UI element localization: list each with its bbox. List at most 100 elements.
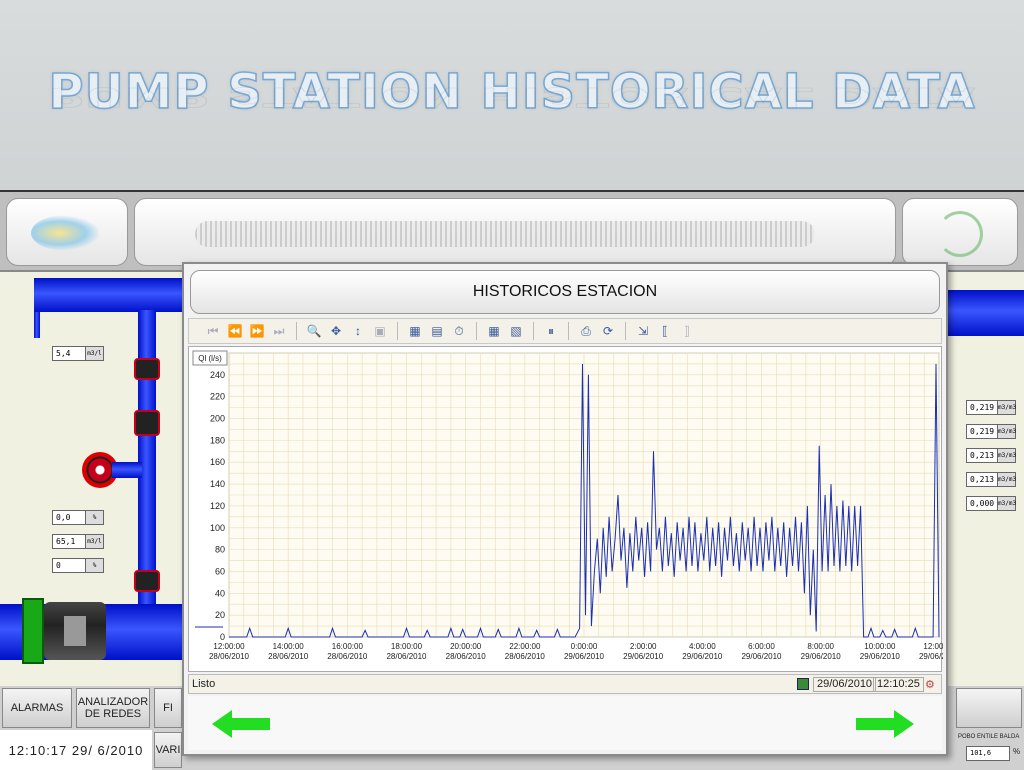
status-text: Listo: [192, 678, 216, 690]
x-tick-time: 20:00:00: [450, 642, 482, 651]
valve-bottom[interactable]: [134, 570, 160, 592]
slide-title-area: PUMP STATION HISTORICAL DATA PUMP STATIO…: [0, 0, 1024, 190]
right-value-unit: %: [1013, 747, 1021, 756]
axis-icon[interactable]: ↕: [348, 322, 368, 340]
x-tick-time: 10:00:00: [864, 642, 896, 651]
status-date: 29/06/2010: [813, 677, 877, 692]
status-icon: [797, 678, 809, 690]
field-right-5: 0,000 m3/m3: [966, 496, 1016, 511]
toolbar-separator: [397, 322, 398, 340]
x-tick-time: 22:00:00: [509, 642, 541, 651]
status-time: 12:10:25: [873, 677, 924, 692]
table-icon[interactable]: ▦: [484, 322, 504, 340]
x-tick-time: 8:00:00: [807, 642, 834, 651]
x-tick-time: 4:00:00: [689, 642, 716, 651]
field-percent-1: 0,0%: [52, 510, 104, 525]
first-icon[interactable]: ⏮: [203, 322, 223, 340]
bracket-disabled-icon[interactable]: ⟧: [677, 322, 697, 340]
cursor-icon[interactable]: ⇲: [633, 322, 653, 340]
company-logo: [6, 198, 128, 266]
x-tick-date: 28/06/2010: [209, 652, 250, 661]
x-tick-date: 29/06/2010: [741, 652, 782, 661]
flowmeter-body: [64, 616, 86, 646]
x-tick-time: 14:00:00: [273, 642, 305, 651]
y-tick-label: 20: [215, 610, 225, 620]
field-right-4: 0,213 m3/m3: [966, 472, 1016, 487]
refresh-icon[interactable]: ⟳: [598, 322, 618, 340]
last-icon[interactable]: ⏭: [269, 322, 289, 340]
x-tick-time: 0:00:00: [571, 642, 598, 651]
toolbar-separator: [533, 322, 534, 340]
x-tick-time: 12:00:00: [213, 642, 245, 651]
print-icon[interactable]: ⎙: [576, 322, 596, 340]
table-edit-icon[interactable]: ▧: [506, 322, 526, 340]
nav-strip: [188, 696, 942, 750]
toolbar-separator: [625, 322, 626, 340]
pan-icon[interactable]: ✥: [326, 322, 346, 340]
x-tick-date: 29/06/2010: [564, 652, 605, 661]
pipe-top: [34, 278, 184, 312]
historicos-window: HISTORICOS ESTACION ⏮ ⏪ ⏩ ⏭ 🔍 ✥ ↕ ▣ ▦ ▤ …: [182, 262, 960, 756]
grid-add-icon[interactable]: ▤: [427, 322, 447, 340]
trend-chart[interactable]: 0 20 40 60 80 100 120 140 160 180 200 220 240 Ql (l/s…: [188, 346, 960, 672]
grid-icon[interactable]: ▦: [405, 322, 425, 340]
alarms-button[interactable]: ALARMAS: [2, 688, 72, 728]
chart-toolbar: ⏮ ⏪ ⏩ ⏭ 🔍 ✥ ↕ ▣ ▦ ▤ ⏱ ▦ ▧ ⏸ ⎙ ⟳ ⇲ ⟦ ⟧: [188, 318, 942, 344]
x-tick-time: 6:00:00: [748, 642, 775, 651]
reset-zoom-icon[interactable]: ▣: [370, 322, 390, 340]
y-tick-label: 240: [210, 370, 225, 380]
x-tick-date: 29/06/2010: [801, 652, 842, 661]
back-arrow-icon[interactable]: [212, 710, 270, 738]
toolbar-separator: [568, 322, 569, 340]
field-right-2: 0,219 m3/m3: [966, 424, 1016, 439]
system-clock: 12:10:17 29/ 6/2010: [0, 730, 152, 770]
y-tick-label: 80: [215, 545, 225, 555]
settings-icon[interactable]: ⚙: [925, 678, 935, 691]
toolbar-separator: [476, 322, 477, 340]
y-tick-label: 60: [215, 566, 225, 576]
right-bottom-button[interactable]: [956, 688, 1022, 728]
flange-green: [22, 598, 44, 664]
pause-icon[interactable]: ⏸: [541, 322, 561, 340]
rewind-icon[interactable]: ⏪: [225, 322, 245, 340]
x-tick-date: 29/06/2010: [919, 652, 943, 661]
y-tick-label: 200: [210, 414, 225, 424]
partner-logo: [902, 198, 1018, 266]
y-tick-label: 40: [215, 588, 225, 598]
y-tick-label: 100: [210, 523, 225, 533]
pipe-vertical: [138, 310, 156, 610]
right-value-field: 101,6: [966, 746, 1010, 761]
field-flow-2: 65,1 m3/l: [52, 534, 104, 549]
forward-arrow-icon[interactable]: [856, 710, 914, 738]
x-tick-date: 28/06/2010: [446, 652, 487, 661]
valve-top[interactable]: [134, 358, 160, 380]
x-tick-time: 2:00:00: [630, 642, 657, 651]
field-right-3: 0,213 m3/m3: [966, 448, 1016, 463]
x-tick-date: 29/06/2010: [623, 652, 664, 661]
y-tick-label: 180: [210, 435, 225, 445]
x-tick-date: 28/06/2010: [386, 652, 427, 661]
x-tick-date: 28/06/2010: [268, 652, 309, 661]
x-tick-time: 18:00:00: [391, 642, 423, 651]
meter-valve[interactable]: [134, 410, 160, 436]
right-label: POBO ENTILE BALDA: [958, 734, 1020, 740]
y-tick-label: 140: [210, 479, 225, 489]
window-title: HISTORICOS ESTACION: [190, 270, 940, 314]
field-right-1: 0,219 m3/m3: [966, 400, 1016, 415]
x-tick-date: 28/06/2010: [327, 652, 368, 661]
zoom-icon[interactable]: 🔍: [304, 322, 324, 340]
y-tick-label: 220: [210, 392, 225, 402]
var-button[interactable]: VARI: [154, 732, 182, 768]
network-analyzer-button[interactable]: ANALIZADOR DE REDES: [76, 688, 150, 728]
x-tick-time: 16:00:00: [332, 642, 364, 651]
scada-banner: [0, 192, 1024, 272]
y-axis-label: Ql (l/s): [198, 354, 222, 363]
fast-forward-icon[interactable]: ⏩: [247, 322, 267, 340]
slide-title: PUMP STATION HISTORICAL DATA: [48, 63, 976, 121]
status-bar: Listo 29/06/2010 12:10:25 ⚙: [188, 674, 942, 694]
fi-button[interactable]: FI: [154, 688, 182, 728]
bracket-icon[interactable]: ⟦: [655, 322, 675, 340]
clock-icon[interactable]: ⏱: [449, 322, 469, 340]
y-tick-label: 160: [210, 457, 225, 467]
banner-center: [134, 198, 896, 266]
